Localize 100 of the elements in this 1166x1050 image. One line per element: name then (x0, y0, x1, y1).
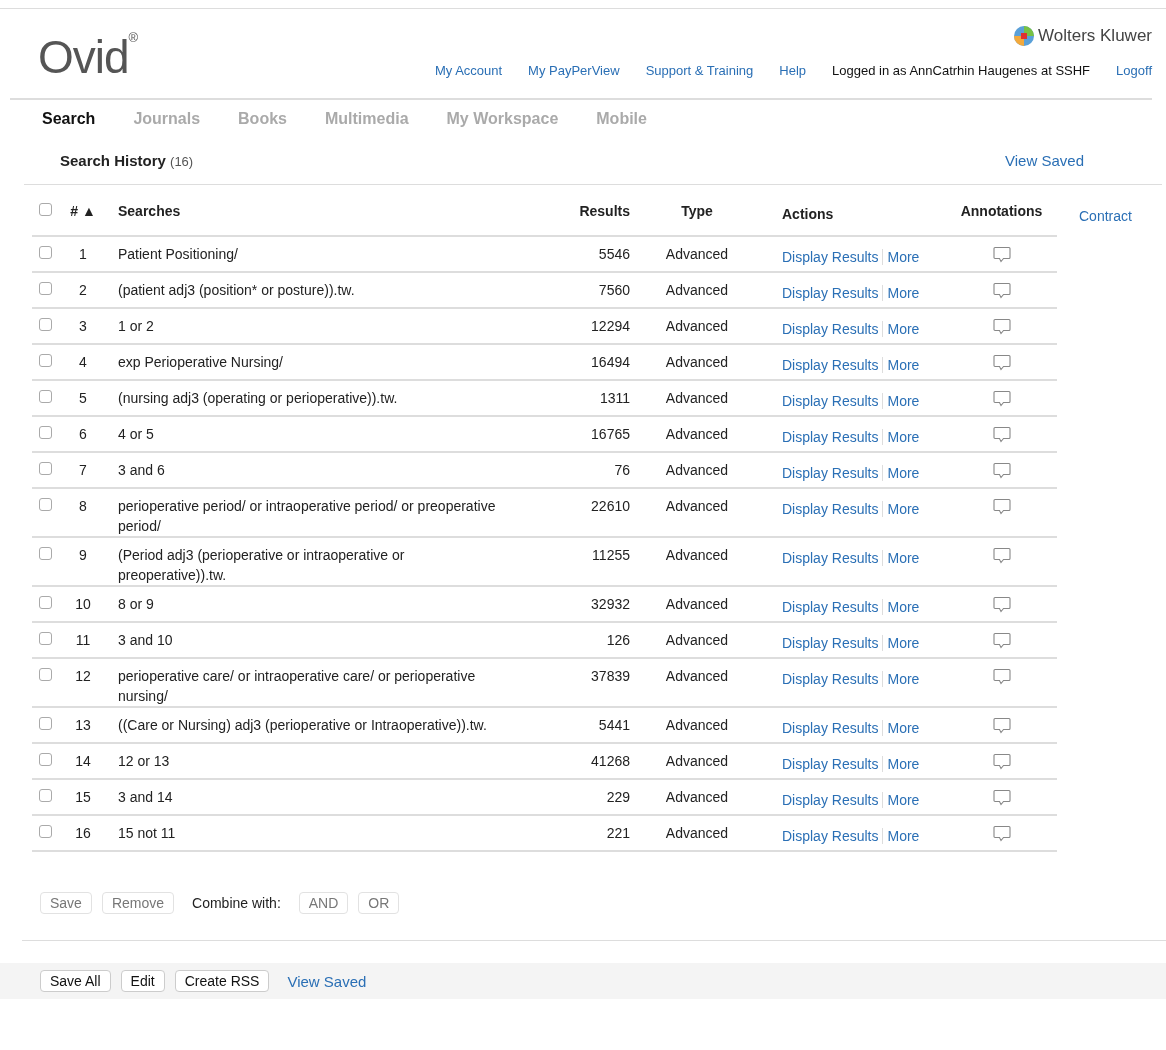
speech-bubble-icon[interactable] (992, 632, 1011, 649)
display-results-link[interactable]: Display Results (782, 756, 879, 772)
display-results-link[interactable]: Display Results (782, 357, 879, 373)
more-link[interactable]: More (887, 550, 920, 566)
nav-tab[interactable]: Search (42, 110, 96, 136)
row-checkbox[interactable] (39, 717, 52, 730)
more-link[interactable]: More (887, 429, 920, 445)
table-cell-text: 3 and 6 (117, 461, 166, 480)
speech-bubble-icon[interactable] (992, 717, 1011, 734)
speech-bubble-icon[interactable] (992, 462, 1011, 479)
display-results-link[interactable]: Display Results (782, 429, 879, 445)
more-link[interactable]: More (887, 249, 920, 265)
more-link[interactable]: More (887, 285, 920, 301)
table-cell-text: 8 (78, 498, 88, 514)
more-link[interactable]: More (887, 720, 920, 736)
header-link[interactable]: My Account (434, 63, 503, 78)
more-link[interactable]: More (887, 357, 920, 373)
footer-button[interactable]: Create RSS (174, 970, 270, 992)
speech-bubble-icon[interactable] (992, 547, 1011, 564)
row-checkbox[interactable] (39, 354, 52, 367)
speech-bubble-icon[interactable] (992, 789, 1011, 806)
row-checkbox[interactable] (39, 426, 52, 439)
select-all-checkbox[interactable] (39, 203, 52, 216)
speech-bubble-icon[interactable] (992, 390, 1011, 407)
more-link[interactable]: More (887, 393, 920, 409)
row-checkbox[interactable] (39, 498, 52, 511)
footer-button[interactable]: Save All (40, 970, 111, 992)
login-status: Logged in as AnnCatrhin Haugenes at SSHF (832, 63, 1091, 78)
more-link[interactable]: More (887, 671, 920, 687)
table-cell-text: 7560 (597, 282, 630, 298)
column-header: Results (578, 203, 630, 219)
display-results-link[interactable]: Display Results (782, 720, 879, 736)
row-checkbox[interactable] (39, 789, 52, 802)
table-cell-text: 5546 (597, 246, 630, 262)
table-cell-text: Advanced (664, 390, 730, 406)
display-results-link[interactable]: Display Results (782, 501, 879, 517)
speech-bubble-icon[interactable] (992, 354, 1011, 371)
column-header[interactable]: # (70, 203, 78, 219)
more-link[interactable]: More (887, 756, 920, 772)
more-link[interactable]: More (887, 465, 920, 481)
more-link[interactable]: More (887, 635, 920, 651)
display-results-link[interactable]: Display Results (782, 393, 879, 409)
header-link[interactable]: My PayPerView (528, 63, 620, 78)
row-checkbox[interactable] (39, 632, 52, 645)
display-results-link[interactable]: Display Results (782, 465, 879, 481)
table-cell-text: Advanced (664, 753, 730, 769)
footer-button[interactable]: Edit (120, 970, 165, 992)
table-cell-text: perioperative care/ or intraoperative care/ or perioperative nursing/ (117, 667, 477, 706)
contract-link[interactable]: Contract (1079, 208, 1132, 226)
display-results-link[interactable]: Display Results (782, 599, 879, 615)
speech-bubble-icon[interactable] (992, 246, 1011, 263)
row-checkbox[interactable] (39, 318, 52, 331)
display-results-link[interactable]: Display Results (782, 285, 879, 301)
logoff-link[interactable]: Logoff (1116, 63, 1152, 78)
table-cell-text: perioperative period/ or intraoperative period/ or preoperative period/ (117, 497, 497, 536)
table-cell-text: Advanced (664, 246, 730, 262)
view-saved-link[interactable]: View Saved (287, 972, 367, 990)
table-cell-text: 3 and 14 (117, 788, 174, 807)
display-results-link[interactable]: Display Results (782, 550, 879, 566)
speech-bubble-icon[interactable] (992, 426, 1011, 443)
display-results-link[interactable]: Display Results (782, 828, 879, 844)
row-checkbox[interactable] (39, 825, 52, 838)
table-cell-text: Advanced (664, 825, 730, 841)
display-results-link[interactable]: Display Results (782, 635, 879, 651)
speech-bubble-icon[interactable] (992, 668, 1011, 685)
row-checkbox[interactable] (39, 547, 52, 560)
more-link[interactable]: More (887, 501, 920, 517)
display-results-link[interactable]: Display Results (782, 249, 879, 265)
row-checkbox[interactable] (39, 282, 52, 295)
display-results-link[interactable]: Display Results (782, 792, 879, 808)
table-cell-text: 5441 (597, 717, 630, 733)
table-cell-text: Advanced (664, 789, 730, 805)
more-link[interactable]: More (887, 792, 920, 808)
header-link[interactable]: Help (779, 63, 807, 78)
table-cell-text: (patient adj3 (position* or posture)).tw. (117, 281, 356, 300)
speech-bubble-icon[interactable] (992, 318, 1011, 335)
row-checkbox[interactable] (39, 753, 52, 766)
row-checkbox[interactable] (39, 462, 52, 475)
more-link[interactable]: More (887, 321, 920, 337)
speech-bubble-icon[interactable] (992, 825, 1011, 842)
more-link[interactable]: More (887, 828, 920, 844)
table-cell-text: (nursing adj3 (operating or perioperative)).tw. (117, 389, 399, 408)
row-checkbox[interactable] (39, 596, 52, 609)
row-checkbox[interactable] (39, 668, 52, 681)
display-results-link[interactable]: Display Results (782, 321, 879, 337)
row-checkbox[interactable] (39, 246, 52, 259)
table-cell-text: 4 or 5 (117, 425, 155, 444)
view-saved-link[interactable]: View Saved (1005, 151, 1084, 169)
speech-bubble-icon[interactable] (992, 753, 1011, 770)
table-cell-text: 15 (74, 789, 92, 805)
header-link[interactable]: Support & Training (645, 63, 754, 78)
row-checkbox[interactable] (39, 390, 52, 403)
speech-bubble-icon[interactable] (992, 596, 1011, 613)
table-cell-text: 7 (78, 462, 88, 478)
speech-bubble-icon[interactable] (992, 282, 1011, 299)
more-link[interactable]: More (887, 599, 920, 615)
speech-bubble-icon[interactable] (992, 498, 1011, 515)
display-results-link[interactable]: Display Results (782, 671, 879, 687)
sort-arrow-icon[interactable]: ▲ (81, 203, 96, 219)
table-cell-text: ((Care or Nursing) adj3 (perioperative or Intraoperative)).tw. (117, 716, 488, 735)
